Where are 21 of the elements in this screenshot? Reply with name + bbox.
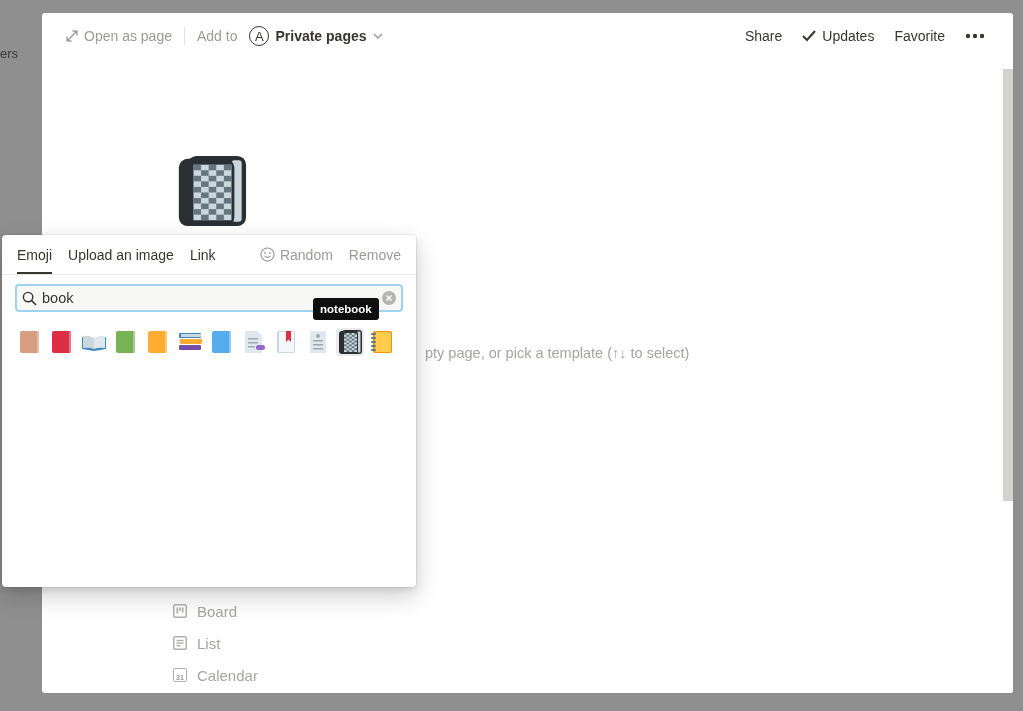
picker-tab[interactable]: Link	[189, 235, 216, 274]
board-icon	[173, 604, 187, 618]
updates-button[interactable]: Updates	[796, 24, 881, 48]
expand-icon	[66, 30, 78, 42]
smiley-icon	[259, 247, 275, 262]
background-text: ers	[0, 46, 20, 61]
picker-tab[interactable]: Emoji	[17, 235, 52, 274]
notebook-emoji-icon	[337, 329, 363, 355]
clear-icon[interactable]	[382, 291, 396, 305]
chevron-down-icon	[372, 33, 383, 39]
header-action-button[interactable]: Share	[738, 24, 789, 48]
workspace-selector[interactable]: A Private pages	[243, 22, 389, 50]
scrollbar-thumb[interactable]	[1003, 69, 1013, 501]
emoji-option[interactable]	[336, 328, 364, 356]
check-icon	[802, 30, 817, 42]
template-hint-text: pty page, or pick a template (↑↓ to select)	[425, 345, 691, 361]
search-icon	[22, 290, 37, 306]
header-action-button[interactable]: Favorite	[888, 24, 951, 48]
list-icon	[173, 636, 187, 650]
tooltip: notebook	[313, 298, 379, 320]
picker-tab[interactable]: Upload an image	[68, 235, 174, 274]
